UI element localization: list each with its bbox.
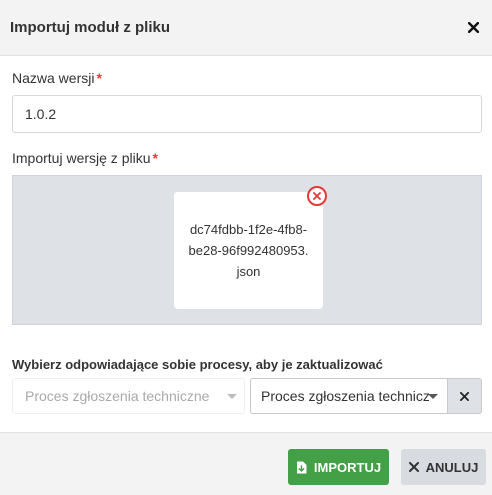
process-mapping-label: Wybierz odpowiadające sobie procesy, aby… [12, 357, 383, 372]
source-process-value: Proces zgłoszenia technicznego [25, 388, 210, 404]
target-process-value: Proces zgłoszenia techniczn [261, 388, 429, 404]
clear-target-process-button[interactable] [448, 378, 482, 414]
file-import-icon [296, 461, 307, 473]
uploaded-file-card: dc74fdbb-1f2e-4fb8-be28-96f992480953.jso… [174, 186, 327, 309]
chevron-down-icon [227, 394, 237, 399]
close-button[interactable] [462, 16, 484, 38]
file-dropzone[interactable]: dc74fdbb-1f2e-4fb8-be28-96f992480953.jso… [12, 175, 482, 325]
file-label: Importuj wersję z pliku * [12, 150, 158, 166]
close-icon [467, 21, 479, 33]
cancel-button-label: ANULUJ [425, 459, 479, 475]
dialog-header: Importuj moduł z pliku [0, 0, 492, 56]
cancel-button[interactable]: ANULUJ [401, 449, 486, 485]
dialog-footer: IMPORTUJ ANULUJ [0, 432, 492, 495]
required-mark: * [96, 70, 102, 86]
file-name: dc74fdbb-1f2e-4fb8-be28-96f992480953.jso… [188, 222, 309, 279]
import-button-label: IMPORTUJ [313, 459, 382, 475]
dialog-title: Importuj moduł z pliku [10, 19, 170, 36]
chevron-down-icon [428, 394, 438, 399]
import-module-dialog: Importuj moduł z pliku Nazwa wersji* Imp… [0, 0, 492, 495]
cancel-x-icon [408, 462, 419, 472]
version-label-text: Nazwa wersji [12, 70, 95, 86]
remove-file-icon [313, 192, 321, 200]
target-process-select[interactable]: Proces zgłoszenia techniczn [250, 378, 448, 414]
required-mark: * [152, 150, 158, 166]
version-name-input[interactable] [12, 95, 482, 133]
import-button[interactable]: IMPORTUJ [288, 449, 389, 485]
source-process-select: Proces zgłoszenia technicznego [12, 378, 245, 414]
remove-file-button[interactable] [307, 186, 327, 206]
clear-icon [460, 391, 469, 401]
version-label: Nazwa wersji * [12, 70, 102, 86]
file-label-text: Importuj wersję z pliku [12, 150, 151, 166]
